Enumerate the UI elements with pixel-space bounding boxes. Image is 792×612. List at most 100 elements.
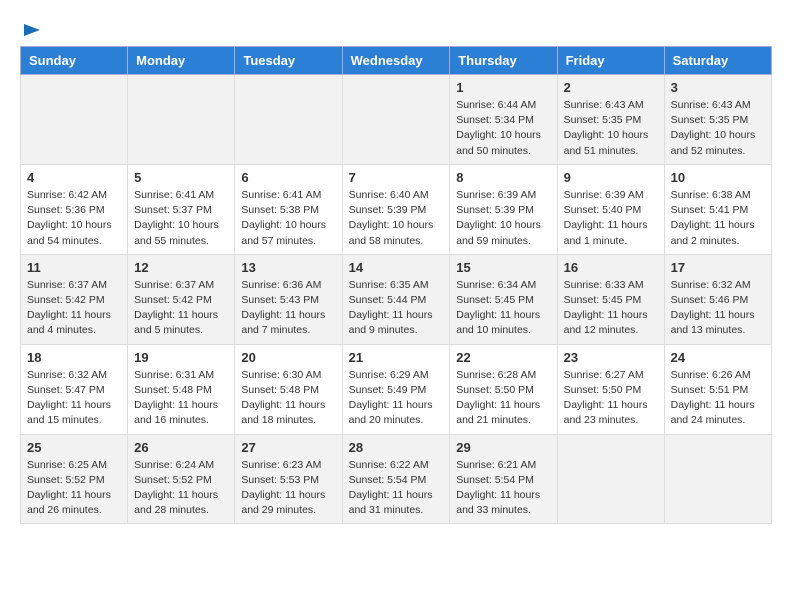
calendar-day-cell: 5 Sunrise: 6:41 AM Sunset: 5:37 PM Daylig…	[128, 164, 235, 254]
calendar-week-row: 18 Sunrise: 6:32 AM Sunset: 5:47 PM Dayli…	[21, 344, 772, 434]
calendar-week-row: 25 Sunrise: 6:25 AM Sunset: 5:52 PM Dayli…	[21, 434, 772, 524]
day-info: Sunrise: 6:43 AM Sunset: 5:35 PM Dayligh…	[564, 98, 658, 159]
day-number: 27	[241, 440, 335, 455]
day-info: Sunrise: 6:43 AM Sunset: 5:35 PM Dayligh…	[671, 98, 765, 159]
day-number: 11	[27, 260, 121, 275]
calendar-day-cell: 22 Sunrise: 6:28 AM Sunset: 5:50 PM Dayli…	[450, 344, 557, 434]
day-info: Sunrise: 6:21 AM Sunset: 5:54 PM Dayligh…	[456, 458, 550, 519]
calendar-day-cell: 23 Sunrise: 6:27 AM Sunset: 5:50 PM Dayli…	[557, 344, 664, 434]
calendar-day-cell: 10 Sunrise: 6:38 AM Sunset: 5:41 PM Dayli…	[664, 164, 771, 254]
day-info: Sunrise: 6:26 AM Sunset: 5:51 PM Dayligh…	[671, 368, 765, 429]
day-number: 13	[241, 260, 335, 275]
day-info: Sunrise: 6:27 AM Sunset: 5:50 PM Dayligh…	[564, 368, 658, 429]
weekday-header-thursday: Thursday	[450, 47, 557, 75]
calendar-day-cell: 24 Sunrise: 6:26 AM Sunset: 5:51 PM Dayli…	[664, 344, 771, 434]
calendar-day-cell: 27 Sunrise: 6:23 AM Sunset: 5:53 PM Dayli…	[235, 434, 342, 524]
day-number: 3	[671, 80, 765, 95]
day-number: 14	[349, 260, 444, 275]
calendar-day-cell: 3 Sunrise: 6:43 AM Sunset: 5:35 PM Daylig…	[664, 75, 771, 165]
day-number: 23	[564, 350, 658, 365]
day-info: Sunrise: 6:22 AM Sunset: 5:54 PM Dayligh…	[349, 458, 444, 519]
calendar-day-cell: 16 Sunrise: 6:33 AM Sunset: 5:45 PM Dayli…	[557, 254, 664, 344]
day-info: Sunrise: 6:23 AM Sunset: 5:53 PM Dayligh…	[241, 458, 335, 519]
day-info: Sunrise: 6:30 AM Sunset: 5:48 PM Dayligh…	[241, 368, 335, 429]
day-number: 21	[349, 350, 444, 365]
day-number: 1	[456, 80, 550, 95]
day-number: 8	[456, 170, 550, 185]
weekday-header-wednesday: Wednesday	[342, 47, 450, 75]
day-number: 12	[134, 260, 228, 275]
day-number: 16	[564, 260, 658, 275]
day-info: Sunrise: 6:28 AM Sunset: 5:50 PM Dayligh…	[456, 368, 550, 429]
weekday-header-tuesday: Tuesday	[235, 47, 342, 75]
day-number: 7	[349, 170, 444, 185]
day-number: 5	[134, 170, 228, 185]
calendar-day-cell: 18 Sunrise: 6:32 AM Sunset: 5:47 PM Dayli…	[21, 344, 128, 434]
day-number: 29	[456, 440, 550, 455]
day-number: 26	[134, 440, 228, 455]
calendar-day-cell	[342, 75, 450, 165]
day-info: Sunrise: 6:32 AM Sunset: 5:47 PM Dayligh…	[27, 368, 121, 429]
day-number: 20	[241, 350, 335, 365]
calendar-day-cell: 21 Sunrise: 6:29 AM Sunset: 5:49 PM Dayli…	[342, 344, 450, 434]
day-number: 6	[241, 170, 335, 185]
calendar-day-cell: 13 Sunrise: 6:36 AM Sunset: 5:43 PM Dayli…	[235, 254, 342, 344]
weekday-header-row: SundayMondayTuesdayWednesdayThursdayFrid…	[21, 47, 772, 75]
calendar-day-cell: 29 Sunrise: 6:21 AM Sunset: 5:54 PM Dayli…	[450, 434, 557, 524]
day-number: 4	[27, 170, 121, 185]
calendar-day-cell: 11 Sunrise: 6:37 AM Sunset: 5:42 PM Dayli…	[21, 254, 128, 344]
calendar-week-row: 11 Sunrise: 6:37 AM Sunset: 5:42 PM Dayli…	[21, 254, 772, 344]
calendar-week-row: 1 Sunrise: 6:44 AM Sunset: 5:34 PM Daylig…	[21, 75, 772, 165]
day-info: Sunrise: 6:37 AM Sunset: 5:42 PM Dayligh…	[27, 278, 121, 339]
day-info: Sunrise: 6:31 AM Sunset: 5:48 PM Dayligh…	[134, 368, 228, 429]
day-number: 28	[349, 440, 444, 455]
weekday-header-saturday: Saturday	[664, 47, 771, 75]
calendar-day-cell: 8Sunrise: 6:39 AM Sunset: 5:39 PM Daylig…	[450, 164, 557, 254]
day-info: Sunrise: 6:25 AM Sunset: 5:52 PM Dayligh…	[27, 458, 121, 519]
calendar-day-cell: 6 Sunrise: 6:41 AM Sunset: 5:38 PM Daylig…	[235, 164, 342, 254]
day-number: 18	[27, 350, 121, 365]
day-number: 10	[671, 170, 765, 185]
logo-arrow-icon	[22, 20, 42, 40]
calendar-day-cell: 2Sunrise: 6:43 AM Sunset: 5:35 PM Daylig…	[557, 75, 664, 165]
day-info: Sunrise: 6:40 AM Sunset: 5:39 PM Dayligh…	[349, 188, 444, 249]
day-number: 25	[27, 440, 121, 455]
day-info: Sunrise: 6:44 AM Sunset: 5:34 PM Dayligh…	[456, 98, 550, 159]
day-info: Sunrise: 6:32 AM Sunset: 5:46 PM Dayligh…	[671, 278, 765, 339]
calendar-day-cell: 20 Sunrise: 6:30 AM Sunset: 5:48 PM Dayli…	[235, 344, 342, 434]
calendar-week-row: 4 Sunrise: 6:42 AM Sunset: 5:36 PM Daylig…	[21, 164, 772, 254]
day-info: Sunrise: 6:41 AM Sunset: 5:38 PM Dayligh…	[241, 188, 335, 249]
calendar-day-cell: 7 Sunrise: 6:40 AM Sunset: 5:39 PM Daylig…	[342, 164, 450, 254]
calendar-table: SundayMondayTuesdayWednesdayThursdayFrid…	[20, 46, 772, 524]
calendar-day-cell: 25 Sunrise: 6:25 AM Sunset: 5:52 PM Dayli…	[21, 434, 128, 524]
day-info: Sunrise: 6:38 AM Sunset: 5:41 PM Dayligh…	[671, 188, 765, 249]
calendar-day-cell	[21, 75, 128, 165]
day-info: Sunrise: 6:37 AM Sunset: 5:42 PM Dayligh…	[134, 278, 228, 339]
weekday-header-sunday: Sunday	[21, 47, 128, 75]
calendar-day-cell	[664, 434, 771, 524]
page-header	[20, 20, 772, 36]
day-info: Sunrise: 6:39 AM Sunset: 5:40 PM Dayligh…	[564, 188, 658, 249]
calendar-day-cell	[235, 75, 342, 165]
day-info: Sunrise: 6:35 AM Sunset: 5:44 PM Dayligh…	[349, 278, 444, 339]
calendar-day-cell: 14 Sunrise: 6:35 AM Sunset: 5:44 PM Dayli…	[342, 254, 450, 344]
day-info: Sunrise: 6:29 AM Sunset: 5:49 PM Dayligh…	[349, 368, 444, 429]
day-info: Sunrise: 6:36 AM Sunset: 5:43 PM Dayligh…	[241, 278, 335, 339]
weekday-header-monday: Monday	[128, 47, 235, 75]
day-number: 22	[456, 350, 550, 365]
day-number: 17	[671, 260, 765, 275]
day-info: Sunrise: 6:34 AM Sunset: 5:45 PM Dayligh…	[456, 278, 550, 339]
day-number: 24	[671, 350, 765, 365]
day-number: 9	[564, 170, 658, 185]
day-info: Sunrise: 6:33 AM Sunset: 5:45 PM Dayligh…	[564, 278, 658, 339]
calendar-day-cell: 9 Sunrise: 6:39 AM Sunset: 5:40 PM Daylig…	[557, 164, 664, 254]
calendar-day-cell: 28 Sunrise: 6:22 AM Sunset: 5:54 PM Dayli…	[342, 434, 450, 524]
calendar-day-cell: 4 Sunrise: 6:42 AM Sunset: 5:36 PM Daylig…	[21, 164, 128, 254]
calendar-day-cell	[128, 75, 235, 165]
calendar-day-cell: 12 Sunrise: 6:37 AM Sunset: 5:42 PM Dayli…	[128, 254, 235, 344]
calendar-day-cell: 17 Sunrise: 6:32 AM Sunset: 5:46 PM Dayli…	[664, 254, 771, 344]
weekday-header-friday: Friday	[557, 47, 664, 75]
day-info: Sunrise: 6:42 AM Sunset: 5:36 PM Dayligh…	[27, 188, 121, 249]
calendar-day-cell: 26Sunrise: 6:24 AM Sunset: 5:52 PM Dayli…	[128, 434, 235, 524]
day-info: Sunrise: 6:41 AM Sunset: 5:37 PM Dayligh…	[134, 188, 228, 249]
